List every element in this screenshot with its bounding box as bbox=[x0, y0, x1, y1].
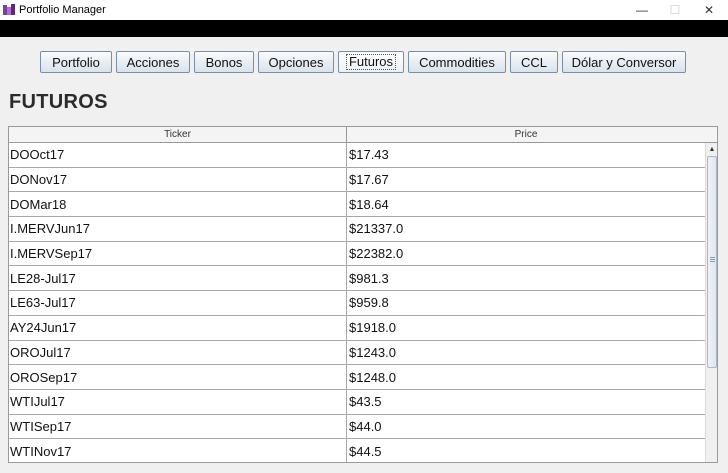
price-cell[interactable]: $17.67 bbox=[347, 168, 705, 192]
table-row[interactable]: DONov17 $17.67 bbox=[9, 167, 705, 193]
nav-button-portfolio[interactable]: Portfolio bbox=[40, 51, 112, 73]
nav-button-dolar-conversor[interactable]: Dólar y Conversor bbox=[562, 51, 686, 73]
price-cell[interactable]: $21337.0 bbox=[347, 217, 705, 241]
header-band bbox=[0, 20, 728, 37]
table-row[interactable]: I.MERVJun17 $21337.0 bbox=[9, 217, 705, 242]
ticker-cell[interactable]: DOMar18 bbox=[9, 192, 347, 217]
column-header-price[interactable]: Price bbox=[347, 127, 705, 142]
ticker-cell[interactable]: I.MERVSep17 bbox=[9, 241, 347, 266]
price-cell[interactable]: $959.8 bbox=[347, 291, 705, 315]
nav-button-bonos[interactable]: Bonos bbox=[194, 51, 254, 73]
table-row[interactable]: DOOct17 $17.43 bbox=[9, 143, 705, 168]
window-title: Portfolio Manager bbox=[19, 4, 106, 16]
column-header-ticker[interactable]: Ticker bbox=[9, 127, 347, 142]
price-cell[interactable]: $44.0 bbox=[347, 415, 705, 439]
table-row[interactable]: LE28-Jul17 $981.3 bbox=[9, 266, 705, 292]
table-row[interactable]: LE63-Jul17 $959.8 bbox=[9, 291, 705, 316]
ticker-cell[interactable]: WTINov17 bbox=[9, 439, 347, 462]
nav-button-commodities[interactable]: Commodities bbox=[408, 51, 506, 73]
portfolio-app-icon bbox=[3, 4, 15, 15]
scrollbar-thumb[interactable] bbox=[707, 156, 717, 368]
price-cell[interactable]: $43.5 bbox=[347, 390, 705, 414]
thumb-grip bbox=[710, 259, 715, 260]
thumb-grip bbox=[710, 257, 715, 258]
vertical-scrollbar[interactable]: ▲ bbox=[705, 143, 717, 462]
price-cell[interactable]: $44.5 bbox=[347, 439, 705, 462]
nav-button-futuros[interactable]: Futuros bbox=[338, 51, 404, 73]
title-bar[interactable]: Portfolio Manager — ☐ ✕ bbox=[0, 0, 728, 20]
table-body: DOOct17 $17.43 DONov17 $17.67 DOMar18 $18.6… bbox=[9, 143, 705, 462]
price-cell[interactable]: $981.3 bbox=[347, 266, 705, 290]
app-window: Portfolio Manager — ☐ ✕ Portfolio Accion… bbox=[0, 0, 728, 473]
ticker-cell[interactable]: WTISep17 bbox=[9, 414, 347, 439]
ticker-cell[interactable]: LE63-Jul17 bbox=[9, 291, 347, 315]
ticker-cell[interactable]: DONov17 bbox=[9, 167, 347, 192]
ticker-cell[interactable]: I.MERVJun17 bbox=[9, 217, 347, 241]
table-row[interactable]: AY24Jun17 $1918.0 bbox=[9, 315, 705, 341]
table-row[interactable]: I.MERVSep17 $22382.0 bbox=[9, 241, 705, 267]
price-cell[interactable]: $1243.0 bbox=[347, 341, 705, 365]
table-row[interactable]: WTINov17 $44.5 bbox=[9, 439, 705, 462]
ticker-cell[interactable]: LE28-Jul17 bbox=[9, 266, 347, 291]
nav-button-ccl[interactable]: CCL bbox=[510, 51, 558, 73]
ticker-cell[interactable]: DOOct17 bbox=[9, 143, 347, 167]
ticker-cell[interactable]: AY24Jun17 bbox=[9, 315, 347, 340]
table-row[interactable]: WTIJul17 $43.5 bbox=[9, 389, 705, 415]
table-row[interactable]: WTISep17 $44.0 bbox=[9, 414, 705, 440]
price-cell[interactable]: $1248.0 bbox=[347, 365, 705, 389]
page-title: FUTUROS bbox=[9, 91, 108, 113]
price-cell[interactable]: $1918.0 bbox=[347, 316, 705, 340]
close-icon[interactable]: ✕ bbox=[692, 0, 726, 20]
table-row[interactable]: OROSep17 $1248.0 bbox=[9, 365, 705, 390]
table-header: Ticker Price bbox=[9, 127, 705, 143]
maximize-icon[interactable]: ☐ bbox=[658, 0, 692, 20]
minimize-icon[interactable]: — bbox=[625, 0, 659, 20]
nav-button-acciones[interactable]: Acciones bbox=[116, 51, 190, 73]
price-cell[interactable]: $22382.0 bbox=[347, 242, 705, 266]
table-row[interactable]: DOMar18 $18.64 bbox=[9, 192, 705, 218]
price-cell[interactable]: $18.64 bbox=[347, 192, 705, 216]
ticker-cell[interactable]: WTIJul17 bbox=[9, 389, 347, 414]
thumb-grip bbox=[710, 261, 715, 262]
ticker-cell[interactable]: OROJul17 bbox=[9, 340, 347, 365]
scroll-up-arrow-icon[interactable]: ▲ bbox=[706, 143, 717, 155]
futures-table: Ticker Price DOOct17 $17.43 DONov17 $17.67… bbox=[8, 126, 718, 463]
price-cell[interactable]: $17.43 bbox=[347, 143, 705, 167]
nav-button-opciones[interactable]: Opciones bbox=[258, 51, 334, 73]
ticker-cell[interactable]: OROSep17 bbox=[9, 365, 347, 389]
scroll-corner bbox=[705, 127, 717, 143]
table-row[interactable]: OROJul17 $1243.0 bbox=[9, 340, 705, 366]
